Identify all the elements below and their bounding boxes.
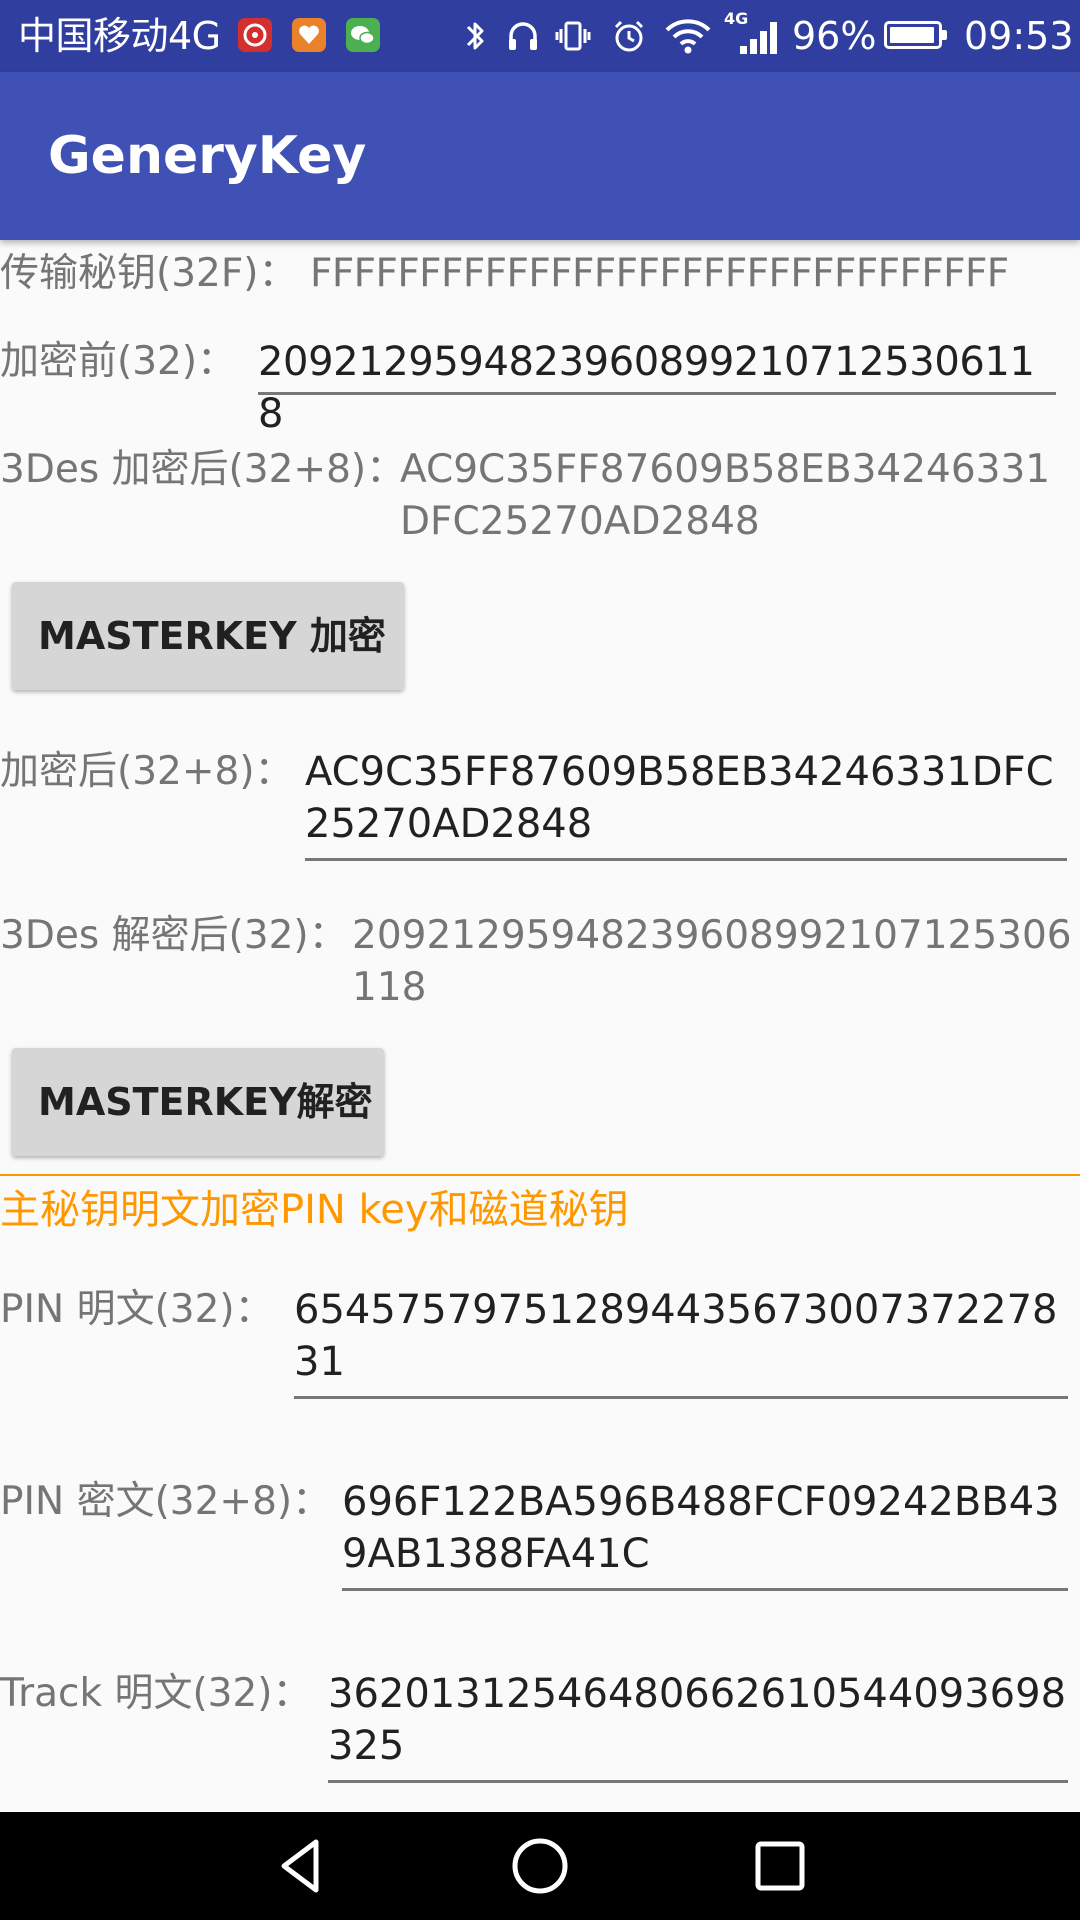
encrypted-input-label: 加密后(32+8)：: [0, 749, 294, 794]
encrypted-input-underline: [305, 858, 1067, 861]
recents-icon[interactable]: [748, 1834, 812, 1898]
main-content[interactable]: 传输秘钥(32F)： FFFFFFFFFFFFFFFFFFFFFFFFFFFFF…: [0, 240, 1080, 1812]
des-decrypted-value: 20921295948239608992107125306118: [352, 913, 1072, 1010]
app-bar: GeneryKey: [0, 72, 1080, 240]
status-bar: 中国移动4G 4G 96% 09:53: [0, 0, 1080, 72]
network-type-label: 4G: [724, 9, 749, 28]
app-notification-icon: [292, 18, 326, 52]
des-encrypted-value: AC9C35FF87609B58EB34246331DFC25270AD2848: [400, 447, 1051, 544]
pin-cipher-input-underline: [342, 1588, 1068, 1591]
encrypted-input[interactable]: AC9C35FF87609B58EB34246331DFC25270AD2848: [305, 746, 1067, 850]
carrier-label: 中国移动4G: [18, 14, 221, 58]
des-encrypted-label: 3Des 加密后(32+8)：: [0, 447, 406, 492]
track-plain-input[interactable]: 36201312546480662610544093698325: [328, 1668, 1068, 1772]
track-plain-label: Track 明文(32)：: [0, 1671, 312, 1716]
clock: 09:53: [964, 14, 1074, 58]
battery-percent: 96%: [792, 14, 877, 58]
pin-cipher-input[interactable]: 696F122BA596B488FCF09242BB439AB1388FA41C: [342, 1476, 1068, 1580]
back-icon[interactable]: [270, 1834, 334, 1898]
battery-icon: [884, 21, 947, 49]
wifi-icon: [664, 16, 712, 56]
alarm-icon: [610, 16, 648, 56]
pin-plain-input-underline: [294, 1396, 1068, 1399]
des-decrypted-label: 3Des 解密后(32)：: [0, 913, 348, 958]
plaintext-input[interactable]: 20921295948239608992107125306118: [258, 336, 1058, 440]
home-icon[interactable]: [508, 1834, 572, 1898]
battery-level-fill: [890, 27, 934, 43]
navigation-bar: [0, 1812, 1080, 1920]
vibrate-icon: [554, 16, 592, 56]
masterkey-encrypt-button[interactable]: MASTERKEY 加密: [12, 582, 404, 690]
pin-plain-label: PIN 明文(32)：: [0, 1287, 274, 1332]
app-title: GeneryKey: [48, 126, 367, 186]
track-plain-input-underline: [328, 1780, 1068, 1783]
plaintext-input-underline: [258, 392, 1056, 395]
plaintext-label: 加密前(32)：: [0, 339, 237, 384]
pin-plain-input[interactable]: 654575797512894435673007372278 31: [294, 1284, 1068, 1388]
bluetooth-icon: [456, 16, 494, 56]
section-divider: [0, 1174, 1080, 1176]
headphones-icon: [504, 16, 542, 56]
pin-cipher-label: PIN 密文(32+8)：: [0, 1479, 332, 1524]
wechat-icon: [346, 18, 380, 52]
section-title: 主秘钥明文加密PIN key和磁道秘钥: [0, 1187, 629, 1233]
transfer-key-value: FFFFFFFFFFFFFFFFFFFFFFFFFFFFFFFF: [310, 251, 1009, 296]
transfer-key-label: 传输秘钥(32F)：: [0, 251, 298, 296]
netease-music-icon: [238, 18, 272, 52]
masterkey-decrypt-button[interactable]: MASTERKEY解密: [12, 1048, 384, 1156]
